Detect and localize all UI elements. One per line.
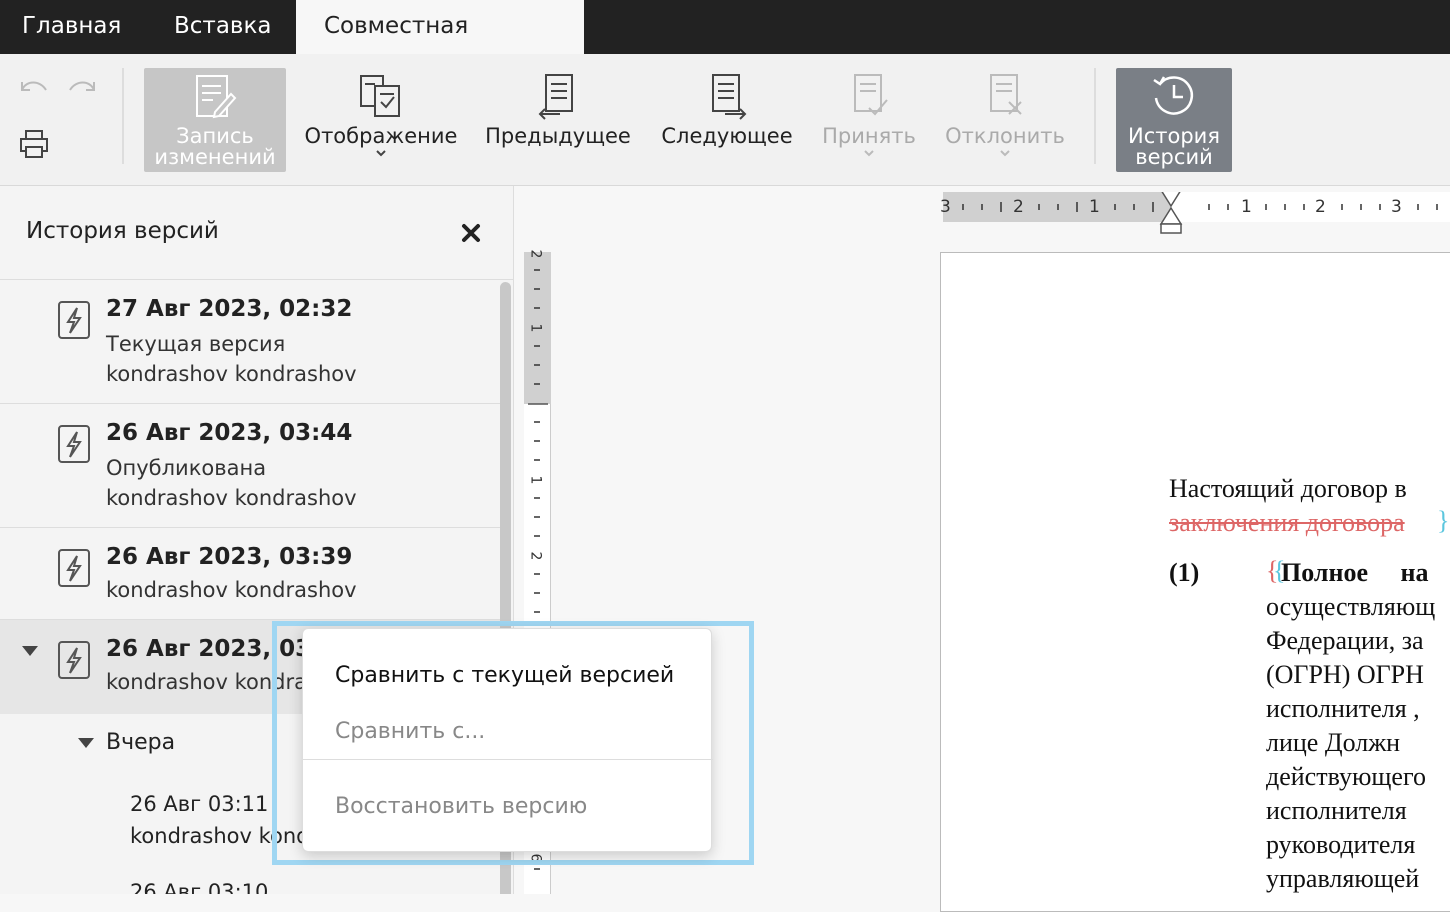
ribbon-tab-bar: Главная Вставка Совместная работа bbox=[0, 0, 1450, 91]
doc-item-line[interactable]: осуществляющ bbox=[1266, 592, 1435, 622]
tab-insert[interactable]: Вставка bbox=[152, 0, 293, 54]
previous-change-button[interactable]: Предыдущее bbox=[478, 72, 638, 176]
next-change-icon bbox=[712, 74, 747, 120]
track-changes-button[interactable]: Запись изменений bbox=[144, 68, 286, 172]
doc-item-line[interactable]: управляющей bbox=[1266, 864, 1419, 894]
ribbon-toolbar: Запись изменений Отображение Предыдущее … bbox=[0, 54, 1450, 186]
version-group-label: Вчера bbox=[106, 730, 176, 755]
group-triangle-icon[interactable] bbox=[78, 738, 94, 748]
vruler-label: 1 bbox=[527, 323, 544, 333]
restore-version-menu-item[interactable]: Восстановить версию bbox=[335, 794, 587, 819]
tab-collaboration[interactable]: Совместная работа bbox=[296, 0, 584, 91]
accept-icon bbox=[854, 74, 888, 116]
display-mode-button[interactable]: Отображение bbox=[300, 72, 462, 176]
previous-change-icon bbox=[538, 74, 573, 120]
ruler-label: 1 bbox=[1241, 197, 1252, 217]
track-changes-label-2: изменений bbox=[154, 145, 276, 169]
version-file-icon bbox=[58, 549, 90, 587]
doc-item-line[interactable]: (ОГРН) ОГРН bbox=[1266, 660, 1424, 690]
ruler-label: 2 bbox=[1013, 197, 1024, 217]
next-change-label: Следующее bbox=[661, 124, 793, 148]
redo-icon[interactable] bbox=[66, 76, 98, 98]
display-mode-icon bbox=[360, 75, 400, 117]
expand-triangle-icon[interactable] bbox=[22, 646, 38, 656]
version-date: 26 Авг 2023, 03:39 bbox=[106, 544, 353, 570]
vruler-label: 2 bbox=[527, 551, 544, 561]
panel-title: История версий bbox=[26, 218, 219, 244]
chevron-down-icon bbox=[376, 150, 386, 157]
vruler-label: 2 bbox=[527, 249, 544, 259]
version-author: kondrashov kondrashov bbox=[106, 486, 357, 510]
reject-label: Отклонить bbox=[945, 124, 1065, 148]
doc-item-number: (1) bbox=[1169, 558, 1200, 587]
toolbar-separator bbox=[122, 68, 124, 164]
close-icon[interactable] bbox=[458, 220, 484, 246]
version-file-icon bbox=[58, 425, 90, 463]
print-icon[interactable] bbox=[18, 128, 50, 160]
track-changes-icon bbox=[196, 75, 237, 119]
version-label: Текущая версия bbox=[106, 332, 286, 356]
reject-change-button[interactable]: Отклонить bbox=[940, 72, 1070, 176]
version-date: 27 Авг 2023, 02:32 bbox=[106, 296, 353, 322]
version-history-button[interactable]: История версий bbox=[1116, 68, 1232, 172]
chevron-down-icon bbox=[1000, 150, 1010, 157]
ruler-label: 2 bbox=[1315, 197, 1326, 217]
version-date: 26 Авг 2023, 03:44 bbox=[106, 420, 353, 446]
version-item[interactable]: 26 Авг 2023, 03:39 kondrashov kondrashov bbox=[0, 528, 500, 620]
compare-with-menu-item[interactable]: Сравнить с... bbox=[335, 719, 485, 744]
change-bracket: } bbox=[1437, 506, 1450, 535]
undo-icon[interactable] bbox=[18, 76, 50, 98]
version-author: kondrashov kondrashov bbox=[106, 578, 357, 602]
ruler-label: 3 bbox=[1391, 197, 1402, 217]
version-file-icon bbox=[58, 641, 90, 679]
panel-header: История версий bbox=[0, 186, 513, 280]
version-history-label-2: версий bbox=[1135, 145, 1213, 169]
version-item[interactable]: 27 Авг 2023, 02:32 Текущая версия kondra… bbox=[0, 280, 500, 404]
toolbar-separator bbox=[1094, 68, 1096, 164]
tab-home[interactable]: Главная bbox=[0, 0, 143, 54]
ruler-label: 1 bbox=[1089, 197, 1100, 217]
doc-item-line[interactable]: исполнителя , bbox=[1266, 694, 1420, 724]
history-clock-icon bbox=[1153, 76, 1194, 115]
ruler-label: 3 bbox=[940, 197, 951, 217]
doc-item-line[interactable]: исполнителя bbox=[1266, 796, 1407, 826]
doc-item-line[interactable]: Федерации, за bbox=[1266, 626, 1424, 656]
doc-item-line[interactable]: лице Должн bbox=[1266, 728, 1400, 758]
compare-current-menu-item[interactable]: Сравнить с текущей версией bbox=[335, 663, 674, 688]
sub-version-date[interactable]: 26 Авг 03:11 bbox=[130, 792, 268, 816]
chevron-down-icon bbox=[864, 150, 874, 157]
previous-change-label: Предыдущее bbox=[485, 124, 631, 148]
doc-item-line[interactable]: Полное на bbox=[1281, 558, 1428, 588]
version-file-icon bbox=[58, 301, 90, 339]
display-mode-label: Отображение bbox=[304, 124, 458, 148]
vruler-label: 1 bbox=[527, 475, 544, 485]
version-author: kondrashov kondrashov bbox=[106, 362, 357, 386]
version-label: Опубликована bbox=[106, 456, 267, 480]
menu-divider bbox=[303, 759, 713, 760]
doc-deleted-text[interactable]: заключения договора bbox=[1169, 508, 1405, 538]
doc-item-line[interactable]: действующего bbox=[1266, 762, 1426, 792]
sub-version-date[interactable]: 26 Авг 03:10 bbox=[130, 880, 268, 894]
doc-paragraph[interactable]: Настоящий договор в bbox=[1169, 474, 1407, 504]
version-context-menu: Сравнить с текущей версией Сравнить с...… bbox=[302, 628, 713, 852]
doc-item-line[interactable]: руководителя bbox=[1266, 830, 1415, 860]
accept-label: Принять bbox=[822, 124, 916, 148]
next-change-button[interactable]: Следующее bbox=[654, 72, 800, 176]
version-item[interactable]: 26 Авг 2023, 03:44 Опубликована kondrash… bbox=[0, 404, 500, 528]
accept-change-button[interactable]: Принять bbox=[814, 72, 924, 176]
reject-icon bbox=[990, 74, 1022, 115]
